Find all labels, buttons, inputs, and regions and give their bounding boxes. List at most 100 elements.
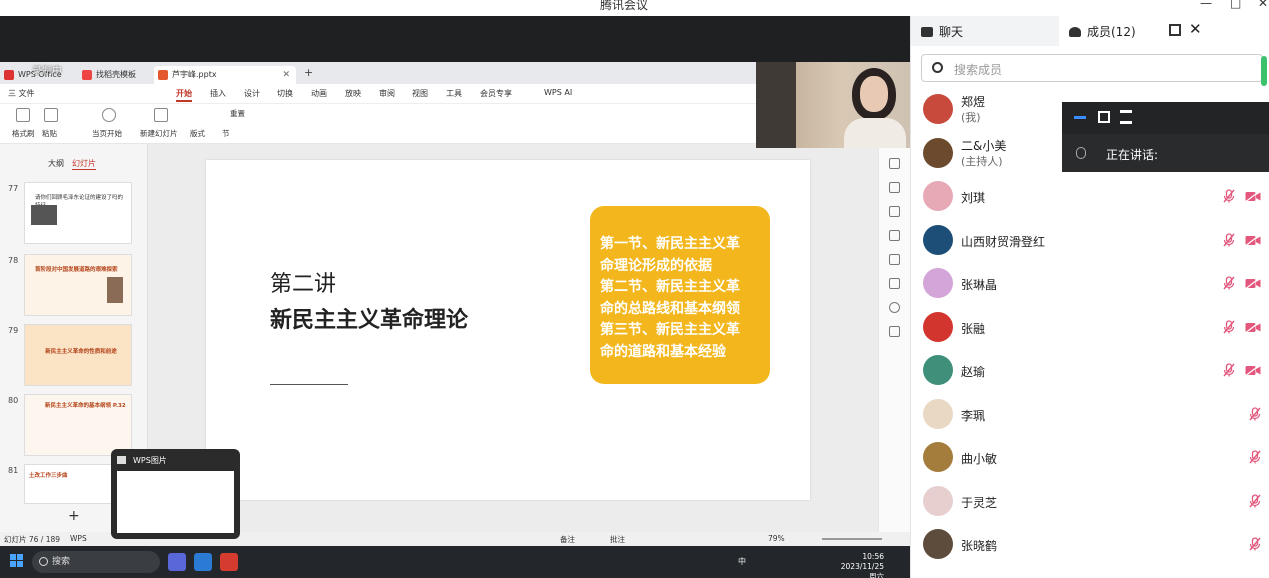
menu-animation[interactable]: 动画	[311, 88, 327, 99]
side-tool-icon[interactable]	[889, 158, 900, 169]
member-name: 赵瑜	[961, 365, 986, 379]
ime-indicator[interactable]: 中	[738, 556, 746, 567]
menu-view[interactable]: 视图	[412, 88, 428, 99]
member-row[interactable]: 于灵芝	[911, 480, 1269, 523]
side-tool-icon[interactable]	[889, 254, 900, 265]
windows-start-icon[interactable]	[10, 554, 24, 568]
new-slide-icon[interactable]	[154, 108, 168, 122]
panel-close-icon[interactable]: ✕	[1189, 20, 1202, 38]
maximize-icon[interactable]: □	[1230, 0, 1241, 10]
tab-pptx[interactable]: 芦宇峰.pptx ✕	[154, 66, 296, 84]
side-tool-icon[interactable]	[889, 278, 900, 289]
layout-label[interactable]: 版式	[190, 128, 205, 139]
list-icon[interactable]	[1120, 110, 1132, 124]
minimize-icon[interactable]: —	[1200, 0, 1212, 10]
minimize-icon[interactable]	[1074, 116, 1086, 119]
menu-design[interactable]: 设计	[244, 88, 260, 99]
meeting-app-icon[interactable]	[194, 553, 212, 571]
search-icon	[39, 557, 48, 566]
side-tool-icon[interactable]	[889, 326, 900, 337]
mic-muted-icon[interactable]	[1223, 189, 1235, 203]
preview-thumbnail[interactable]	[117, 471, 234, 533]
system-tray: 中 10:56 2023/11/25 周六	[700, 546, 910, 578]
taskbar-preview-popup[interactable]: WPS图片	[111, 449, 240, 539]
mic-muted-icon[interactable]	[1249, 450, 1261, 464]
wps-status-label: WPS	[70, 534, 87, 543]
current-slide[interactable]: 第二讲 新民主主义革命理论 第一节、新民主主义革 命理论形成的依据 第二节、新民…	[206, 160, 810, 500]
system-clock[interactable]: 10:56 2023/11/25 周六	[832, 552, 884, 578]
thumb-number: 77	[8, 184, 19, 193]
member-row[interactable]: 刘琪	[911, 175, 1269, 218]
member-row[interactable]: 山西财贸滑登红	[911, 219, 1269, 262]
speaking-indicator-panel[interactable]: 正在讲话:	[1062, 102, 1269, 172]
comments-button[interactable]: 批注	[610, 534, 625, 545]
pop-out-icon[interactable]	[1169, 24, 1181, 36]
menu-file[interactable]: 三 文件	[8, 88, 35, 99]
taskbar-search[interactable]: 搜索	[32, 551, 160, 573]
mic-muted-icon[interactable]	[1249, 537, 1261, 551]
member-row[interactable]: 张融	[911, 306, 1269, 349]
mic-muted-icon[interactable]	[1249, 493, 1261, 508]
member-name: 二&小美	[961, 138, 1007, 153]
side-tool-icon[interactable]	[889, 182, 900, 193]
thumb-tab-slides[interactable]: 幻灯片	[72, 158, 96, 170]
menu-review[interactable]: 审阅	[379, 88, 395, 99]
mic-muted-icon	[1076, 147, 1086, 159]
tab-close-icon[interactable]: ✕	[282, 66, 290, 84]
slide-thumbnail[interactable]: 新民主主义革命的性质和前途	[24, 324, 132, 386]
member-name: 郑煜	[961, 95, 986, 109]
format-painter-icon[interactable]	[16, 108, 30, 122]
video-tile[interactable]	[756, 62, 910, 148]
mic-muted-icon[interactable]	[1223, 276, 1235, 290]
new-tab-icon[interactable]: +	[304, 66, 313, 79]
mic-muted-icon[interactable]	[1223, 232, 1235, 247]
slide-thumbnail[interactable]: 新民主主义革命的基本纲领 P.32	[24, 394, 132, 456]
menu-tools[interactable]: 工具	[446, 88, 462, 99]
paste-icon[interactable]	[44, 108, 58, 122]
member-row[interactable]: 赵瑜	[911, 349, 1269, 392]
close-icon[interactable]: ✕	[1258, 0, 1268, 10]
avatar	[923, 94, 953, 124]
member-row[interactable]: 张琳晶	[911, 262, 1269, 305]
menu-wps-ai[interactable]: WPS AI	[544, 88, 572, 97]
mic-muted-icon[interactable]	[1223, 319, 1235, 334]
camera-off-icon[interactable]	[1245, 278, 1261, 289]
notes-button[interactable]: 备注	[560, 534, 575, 545]
thumb-tab-outline[interactable]: 大纲	[48, 158, 64, 169]
side-tool-icon[interactable]	[889, 206, 900, 217]
slide-thumbnail[interactable]: 首阶段对中国发展道路的艰难探索	[24, 254, 132, 316]
play-current-icon[interactable]	[102, 108, 116, 122]
reset-label[interactable]: 重置	[230, 108, 245, 119]
tab-chat[interactable]: 聊天	[921, 23, 963, 40]
window-icon[interactable]	[1098, 111, 1110, 123]
avatar	[923, 398, 953, 429]
add-slide-button[interactable]: +	[68, 508, 80, 524]
mic-muted-icon[interactable]	[1249, 406, 1261, 421]
member-row[interactable]: 李珮	[911, 393, 1269, 436]
slide-thumbnail[interactable]: 请你们回顾毛泽东论证的建设了吗的特征	[24, 182, 132, 244]
menu-transition[interactable]: 切换	[277, 88, 293, 99]
member-name: 张融	[961, 321, 986, 336]
member-row[interactable]: 张晓鹤	[911, 523, 1269, 566]
thumb-number: 79	[8, 326, 19, 335]
wps-app-icon[interactable]	[220, 553, 238, 571]
member-search-input[interactable]: 搜索成员	[921, 54, 1263, 82]
camera-off-icon[interactable]	[1245, 191, 1261, 202]
tab-members[interactable]: 成员(12)	[1069, 23, 1136, 40]
camera-off-icon[interactable]	[1245, 321, 1261, 333]
section-label[interactable]: 节	[222, 128, 230, 139]
menu-slideshow[interactable]: 放映	[345, 88, 361, 99]
tab-template[interactable]: 找稻壳模板	[78, 66, 152, 84]
camera-off-icon[interactable]	[1245, 234, 1261, 246]
menu-member[interactable]: 会员专享	[480, 88, 512, 99]
volume-level	[1261, 56, 1267, 86]
mic-muted-icon[interactable]	[1223, 363, 1235, 377]
zoom-slider[interactable]	[822, 538, 882, 540]
menu-home[interactable]: 开始	[176, 88, 192, 102]
menu-insert[interactable]: 插入	[210, 88, 226, 99]
member-row[interactable]: 曲小敏	[911, 436, 1269, 479]
camera-off-icon[interactable]	[1245, 365, 1261, 376]
side-tool-icon[interactable]	[889, 230, 900, 241]
app-icon[interactable]	[168, 553, 186, 571]
help-icon[interactable]	[889, 302, 900, 313]
